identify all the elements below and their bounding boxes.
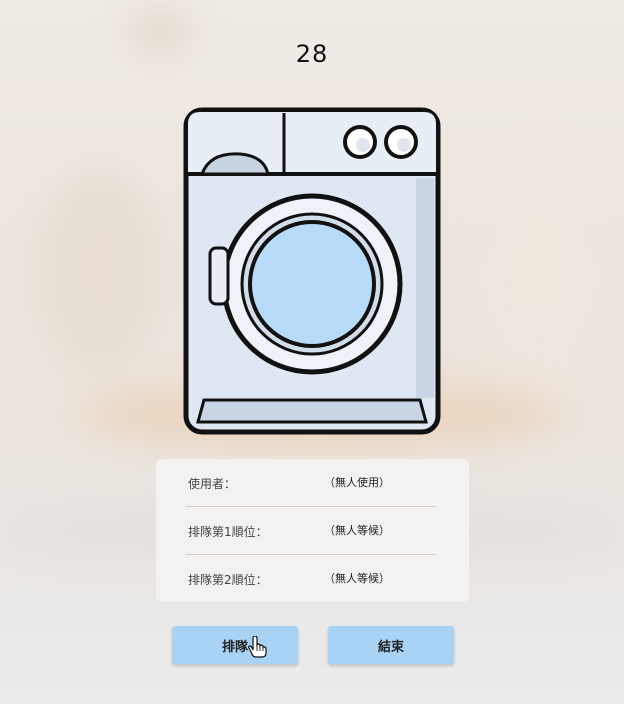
queue-button[interactable]: 排隊 <box>172 626 298 664</box>
queue-slot-2-value: （無人等候） <box>324 572 390 585</box>
queue-slot-2-label: 排隊第2順位： <box>188 573 268 587</box>
status-card: 使用者： （無人使用） 排隊第1順位： （無人等候） 排隊第2順位： （無人等候… <box>156 459 469 602</box>
queue-slot-1-row: 排隊第1順位： （無人等候） <box>186 507 436 555</box>
machine-number: 28 <box>295 40 329 68</box>
hand-pointer-icon <box>248 636 267 658</box>
background-blur <box>470 160 610 400</box>
current-user-value: （無人使用） <box>324 476 390 489</box>
queue-slot-1-value: （無人等候） <box>324 524 390 537</box>
current-user-row: 使用者： （無人使用） <box>186 459 436 507</box>
queue-slot-1-label: 排隊第1順位： <box>188 525 268 539</box>
background-blur <box>40 170 160 370</box>
current-user-label: 使用者： <box>188 477 237 491</box>
queue-slot-2-row: 排隊第2順位： （無人等候） <box>186 555 436 603</box>
end-button[interactable]: 結束 <box>328 626 454 664</box>
washing-machine-icon <box>183 107 441 435</box>
